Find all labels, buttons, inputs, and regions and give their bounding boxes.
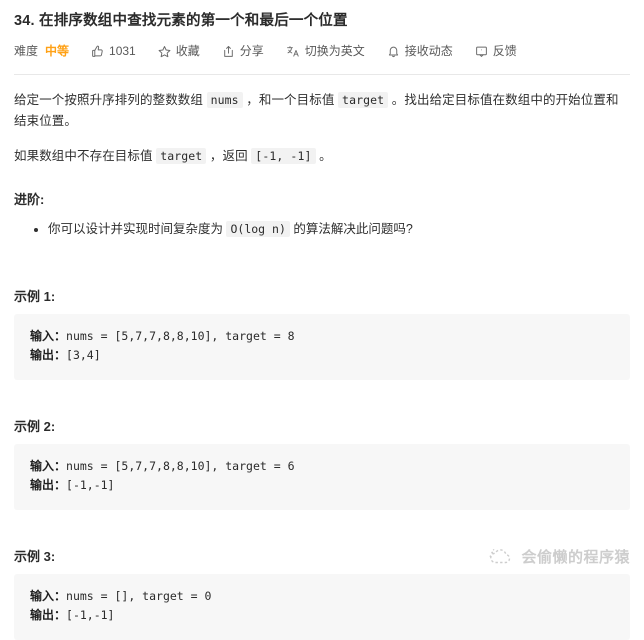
- translate-button[interactable]: 切换为英文: [286, 45, 365, 58]
- inline-code-target-2: target: [156, 148, 207, 164]
- advanced-heading: 进阶:: [14, 192, 45, 207]
- description-paragraph-1: 给定一个按照升序排列的整数数组 nums ，和一个目标值 target 。找出给…: [14, 90, 630, 132]
- difficulty-value: 中等: [45, 44, 70, 58]
- advanced-text-1: 你可以设计并实现时间复杂度为: [48, 222, 227, 236]
- example-3-heading: 示例 3:: [14, 549, 56, 564]
- description-paragraph-2: 如果数组中不存在目标值 target ，返回 [-1, -1] 。: [14, 146, 630, 167]
- feedback-label: 反馈: [492, 44, 517, 58]
- inline-code-nums: nums: [206, 92, 243, 108]
- difficulty-label: 难度: [14, 44, 39, 58]
- example-2-input-value: nums = [5,7,7,8,8,10], target = 6: [66, 459, 295, 473]
- desc-p1-text-2: ，和一个目标值: [242, 93, 339, 107]
- comment-icon: [475, 45, 488, 58]
- example-1-output-value: [3,4]: [66, 348, 101, 362]
- thumbs-up-icon: [91, 45, 104, 58]
- favorite-button[interactable]: 收藏: [158, 45, 200, 58]
- example-1-output-label: 输出：: [30, 348, 67, 362]
- example-2-input-label: 输入：: [30, 459, 67, 473]
- star-icon: [158, 45, 171, 58]
- favorite-label: 收藏: [175, 44, 200, 58]
- problem-toolbar: 难度 中等 1031 收藏 分享 切换为英文 接收动态 反馈: [14, 37, 630, 65]
- inline-code-target: target: [338, 92, 389, 108]
- example-1-input-label: 输入：: [30, 329, 67, 343]
- example-3-output-label: 输出：: [30, 608, 67, 622]
- problem-page: 34. 在排序数组中查找元素的第一个和最后一个位置 难度 中等 1031 收藏 …: [0, 0, 644, 640]
- example-3-output-value: [-1,-1]: [66, 608, 115, 622]
- share-button[interactable]: 分享: [222, 45, 264, 58]
- difficulty-badge: 难度 中等: [14, 45, 69, 57]
- example-2-codeblock: 输入：nums = [5,7,7,8,8,10], target = 6 输出：…: [14, 444, 630, 510]
- inline-code-complexity: O(log n): [226, 221, 290, 237]
- subscribe-label: 接收动态: [404, 44, 453, 58]
- desc-p2-text-1: 如果数组中不存在目标值: [14, 149, 157, 163]
- example-2-output-value: [-1,-1]: [66, 478, 115, 492]
- feedback-button[interactable]: 反馈: [475, 45, 517, 58]
- example-2-output-label: 输出：: [30, 478, 67, 492]
- problem-title-text: 在排序数组中查找元素的第一个和最后一个位置: [39, 13, 348, 29]
- translate-label: 切换为英文: [304, 44, 365, 58]
- page-title: 34. 在排序数组中查找元素的第一个和最后一个位置: [14, 0, 630, 31]
- inline-code-result: [-1, -1]: [251, 148, 316, 164]
- share-icon: [222, 45, 235, 58]
- list-item: 你可以设计并实现时间复杂度为 O(log n) 的算法解决此问题吗?: [48, 219, 630, 240]
- desc-p1-text-1: 给定一个按照升序排列的整数数组: [14, 93, 207, 107]
- example-1-codeblock: 输入：nums = [5,7,7,8,8,10], target = 8 输出：…: [14, 314, 630, 380]
- advanced-text-2: 的算法解决此问题吗?: [289, 222, 413, 236]
- bell-icon: [387, 45, 400, 58]
- desc-p2-text-2: ，返回: [206, 149, 252, 163]
- example-3-codeblock: 输入：nums = [], target = 0 输出：[-1,-1]: [14, 574, 630, 640]
- like-count: 1031: [109, 44, 136, 58]
- advanced-list: 你可以设计并实现时间复杂度为 O(log n) 的算法解决此问题吗?: [14, 219, 630, 240]
- like-button[interactable]: 1031: [91, 45, 136, 58]
- problem-number: 34.: [14, 13, 35, 29]
- example-3-input-label: 输入：: [30, 589, 67, 603]
- example-1-heading: 示例 1:: [14, 289, 56, 304]
- example-2-heading: 示例 2:: [14, 419, 56, 434]
- example-1-input-value: nums = [5,7,7,8,8,10], target = 8: [66, 329, 295, 343]
- problem-content: 给定一个按照升序排列的整数数组 nums ，和一个目标值 target 。找出给…: [14, 75, 630, 640]
- example-3-input-value: nums = [], target = 0: [66, 589, 212, 603]
- subscribe-button[interactable]: 接收动态: [387, 45, 453, 58]
- translate-icon: [286, 45, 300, 58]
- desc-p2-text-3: 。: [315, 149, 332, 163]
- share-label: 分享: [239, 44, 264, 58]
